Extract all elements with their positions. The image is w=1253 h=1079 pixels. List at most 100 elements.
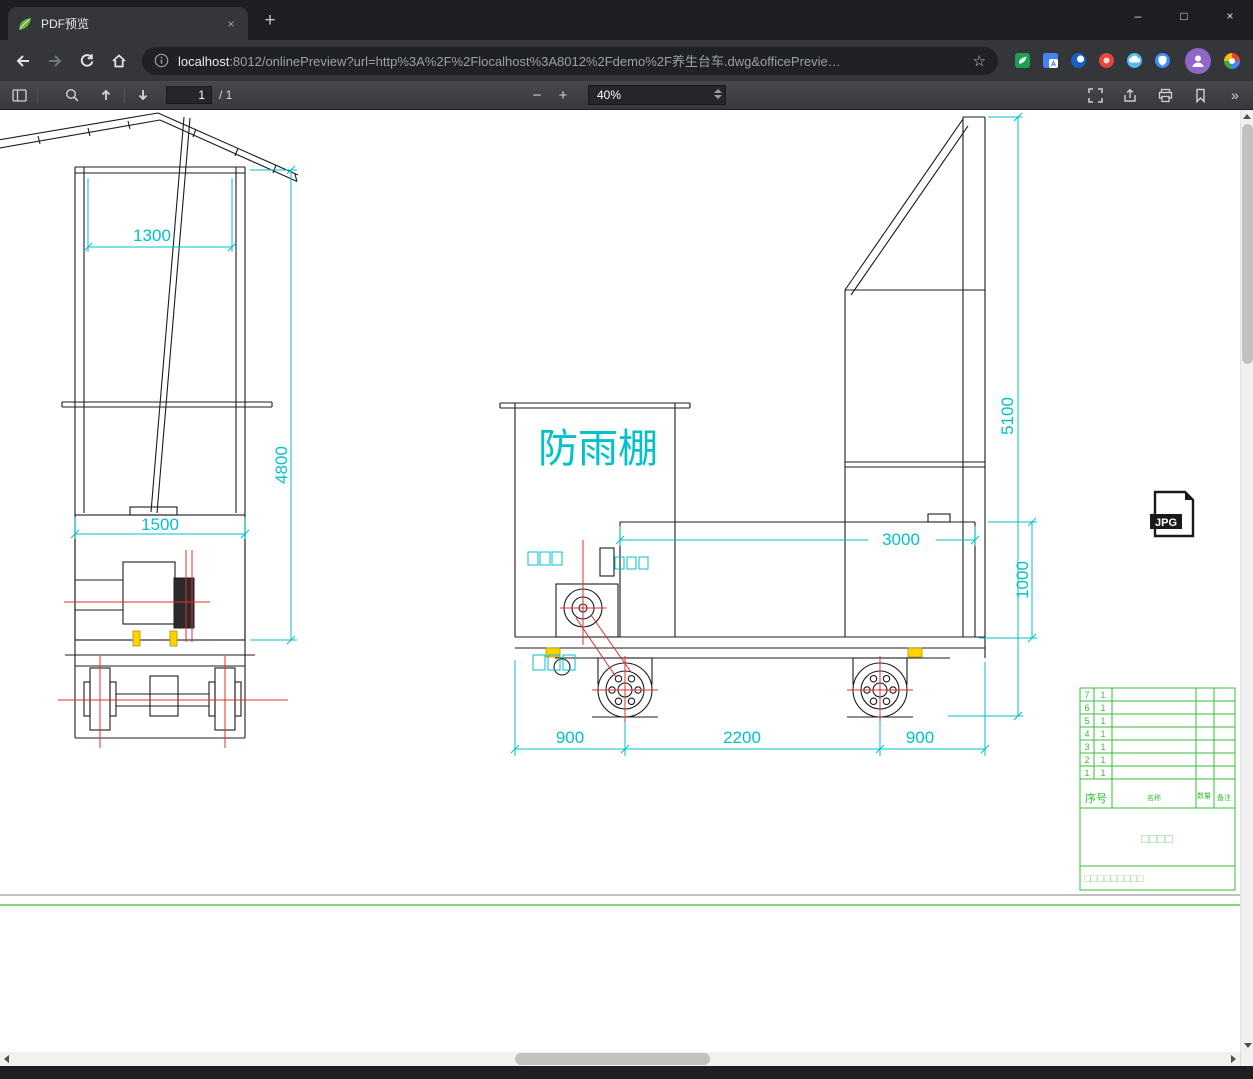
scroll-right-arrow[interactable] <box>1227 1052 1240 1066</box>
jpg-file-icon: JPG <box>1150 490 1195 538</box>
kkfileview-leaf-favicon <box>19 17 31 30</box>
rain-shelter-label: 防雨棚 <box>538 427 658 471</box>
previous-page-button[interactable] <box>93 83 119 107</box>
extension-icon-cloud[interactable] <box>1126 52 1143 69</box>
extension-icon-shield[interactable] <box>1154 52 1171 69</box>
dim-front-height: 4800 <box>272 446 291 484</box>
bookmark-icon <box>1195 88 1205 103</box>
url-text: localhost:8012/onlinePreview?url=http%3A… <box>178 51 964 70</box>
dim-side-right-span: 900 <box>906 728 934 747</box>
extension-icon-green[interactable] <box>1014 52 1031 69</box>
sidebar-toggle-button[interactable] <box>6 83 32 107</box>
title-block-header-col3: 数量 <box>1197 791 1211 800</box>
zoom-value: 40% <box>597 88 622 102</box>
row-number: 1 <box>1084 768 1089 778</box>
horizontal-scrollbar-thumb[interactable] <box>515 1053 710 1065</box>
qty-value: 1 <box>1100 729 1105 739</box>
dim-side-height: 5100 <box>998 397 1017 435</box>
title-block-header-col2: 名称 <box>1147 793 1161 802</box>
home-button[interactable] <box>104 46 134 76</box>
dim-side-left-span: 900 <box>556 728 584 747</box>
extension-icons <box>1014 52 1171 69</box>
arrow-up-icon <box>101 89 111 100</box>
page-number-input[interactable] <box>166 86 212 104</box>
scroll-up-arrow[interactable] <box>1241 110 1253 123</box>
presentation-mode-button[interactable] <box>1082 83 1108 107</box>
zoom-in-button[interactable]: + <box>550 83 576 107</box>
browser-menu-button[interactable] <box>1219 48 1245 74</box>
person-icon <box>1192 55 1204 67</box>
find-button[interactable] <box>59 83 85 107</box>
fullscreen-icon <box>1087 87 1103 103</box>
title-block-header-col4: 备注 <box>1217 793 1231 802</box>
qty-value: 1 <box>1100 716 1105 726</box>
back-button[interactable] <box>8 46 38 76</box>
toolbar-separator <box>124 87 125 103</box>
profile-avatar[interactable] <box>1185 47 1211 74</box>
tab-close-icon[interactable]: × <box>223 16 239 32</box>
title-block-placeholder-title: □□□□ <box>1141 831 1173 846</box>
toolbar-overflow-button[interactable]: » <box>1222 83 1248 107</box>
navigation-bar: localhost:8012/onlinePreview?url=http%3A… <box>0 40 1253 81</box>
title-block: 7 6 5 4 3 2 1 1 1 1 1 1 1 1 序号 名称 数量 备注 … <box>1079 687 1236 891</box>
jpg-label: JPG <box>1155 517 1177 529</box>
maximize-button[interactable]: □ <box>1161 0 1207 32</box>
horizontal-scrollbar[interactable] <box>0 1052 1253 1066</box>
zoom-select[interactable]: 40% <box>588 85 726 105</box>
row-number: 4 <box>1084 729 1089 739</box>
dim-side-body-height: 1000 <box>1013 561 1032 599</box>
vertical-scrollbar-thumb[interactable] <box>1242 124 1253 364</box>
row-number: 5 <box>1084 716 1089 726</box>
toolbar-separator <box>37 87 38 103</box>
reload-icon <box>80 53 94 67</box>
forward-button[interactable] <box>40 46 70 76</box>
zoom-spinner-icon <box>714 89 722 99</box>
close-button[interactable]: × <box>1207 0 1253 32</box>
next-page-button[interactable] <box>130 83 156 107</box>
qty-value: 1 <box>1100 768 1105 778</box>
window-bottom-strip <box>0 1066 1253 1079</box>
dim-side-body-width: 3000 <box>882 530 920 549</box>
zoom-controls: − + 40% <box>524 83 726 107</box>
address-bar[interactable]: localhost:8012/onlinePreview?url=http%3A… <box>142 46 998 75</box>
scroll-left-arrow[interactable] <box>0 1052 13 1066</box>
browser-menu-icon <box>1224 52 1240 69</box>
qty-value: 1 <box>1100 742 1105 752</box>
upload-box-icon <box>1123 88 1136 102</box>
search-icon <box>65 88 78 101</box>
row-number: 7 <box>1084 690 1089 700</box>
url-path: :8012/onlinePreview?url=http%3A%2F%2Floc… <box>229 54 841 69</box>
bookmark-star-icon[interactable]: ☆ <box>973 52 986 70</box>
pdf-viewer-toolbar: / 1 − + 40% » <box>0 81 1253 110</box>
bookmark-button[interactable] <box>1187 83 1213 107</box>
extension-icon-red[interactable] <box>1098 52 1115 69</box>
new-tab-button[interactable]: + <box>256 7 284 35</box>
row-number: 3 <box>1084 742 1089 752</box>
cad-drawing: 1300 4800 1500 防雨棚 3000 1000 5100 900 22… <box>0 112 1240 906</box>
tab-title: PDF预览 <box>41 17 90 31</box>
browser-tab[interactable]: PDF预览 × <box>8 7 248 40</box>
back-arrow-icon <box>16 54 29 67</box>
zoom-out-button[interactable]: − <box>524 83 550 107</box>
browser-window: PDF预览 × + – □ × localhost:8012/onlinePre… <box>0 0 1253 1079</box>
print-button[interactable] <box>1152 83 1178 107</box>
reload-button[interactable] <box>72 46 102 76</box>
page-info-icon[interactable] <box>154 53 169 68</box>
url-host: localhost <box>178 54 230 69</box>
forward-arrow-icon <box>49 54 62 67</box>
front-view: 1300 4800 1500 <box>0 112 299 748</box>
sidebar-toggle-icon <box>11 88 27 102</box>
dim-front-top-width: 1300 <box>133 226 171 245</box>
qty-value: 1 <box>1100 755 1105 765</box>
vertical-scrollbar[interactable] <box>1240 110 1253 1052</box>
extension-icon-blue-circle[interactable] <box>1070 52 1087 69</box>
page-count-label: / 1 <box>219 88 233 102</box>
title-block-header-col1: 序号 <box>1085 791 1107 805</box>
extension-icon-translate[interactable] <box>1042 52 1059 69</box>
scrollbar-corner <box>1240 1052 1253 1066</box>
open-file-button[interactable] <box>1117 83 1143 107</box>
minimize-button[interactable]: – <box>1115 0 1161 32</box>
scroll-down-arrow[interactable] <box>1241 1039 1253 1052</box>
qty-value: 1 <box>1100 690 1105 700</box>
dim-side-middle-span: 2200 <box>723 728 761 747</box>
